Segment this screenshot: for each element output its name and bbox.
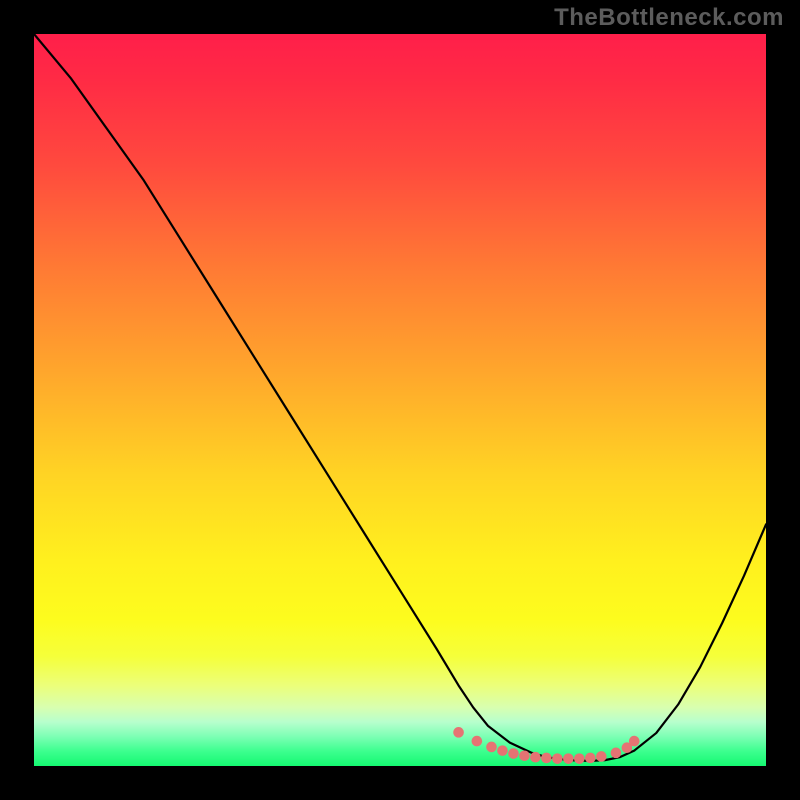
marker-dot (552, 753, 563, 764)
marker-dot (497, 745, 508, 756)
marker-dot (519, 750, 530, 761)
marker-dot (585, 753, 596, 764)
plot-area (34, 34, 766, 766)
marker-dot (596, 751, 607, 762)
watermark-text: TheBottleneck.com (554, 4, 784, 32)
marker-dot (472, 736, 483, 747)
marker-dot (530, 752, 541, 763)
marker-dot (486, 742, 497, 753)
chart-frame: TheBottleneck.com (0, 0, 800, 800)
marker-dot (611, 748, 622, 759)
marker-dot (563, 753, 574, 764)
curve-layer (34, 34, 766, 766)
marker-dot (629, 736, 640, 747)
marker-dot (453, 727, 464, 738)
marker-dot (574, 753, 585, 764)
marker-dot (508, 748, 519, 759)
marker-dot (541, 753, 552, 764)
bottleneck-curve-path (34, 34, 766, 761)
